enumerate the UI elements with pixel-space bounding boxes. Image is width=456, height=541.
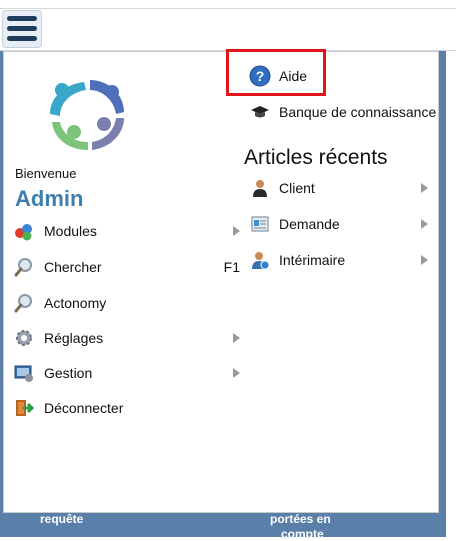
menu-item-aide[interactable]: ? Aide xyxy=(249,64,307,88)
search-icon xyxy=(14,294,32,313)
recent-item-client[interactable]: Client xyxy=(250,176,428,200)
recent-item-label: Demande xyxy=(279,216,340,232)
menu-item-label: Modules xyxy=(44,223,97,239)
chevron-right-icon xyxy=(421,183,428,193)
gear-icon xyxy=(16,330,32,346)
welcome-text: Bienvenue xyxy=(15,166,77,181)
recent-item-interimaire[interactable]: Intérimaire xyxy=(250,248,428,272)
hamburger-icon-bar xyxy=(7,36,37,41)
hamburger-menu-button[interactable] xyxy=(2,10,42,48)
help-label: Aide xyxy=(279,68,308,84)
management-icon xyxy=(14,365,33,382)
menu-item-reglages[interactable]: Réglages xyxy=(14,325,240,351)
top-bar xyxy=(0,0,456,51)
top-divider xyxy=(0,8,456,9)
menu-item-label: Gestion xyxy=(44,365,93,381)
temp-worker-icon xyxy=(252,252,270,270)
shortcut-key: F1 xyxy=(223,259,240,275)
menu-item-modules[interactable]: Modules xyxy=(14,218,240,244)
search-icon xyxy=(14,258,32,277)
menu-item-label: Réglages xyxy=(44,330,104,346)
menu-item-label: Déconnecter xyxy=(44,400,124,416)
menu-item-chercher[interactable]: Chercher F1 xyxy=(14,254,240,280)
user-name: Admin xyxy=(15,186,84,211)
menu-item-label: Actonomy xyxy=(44,295,107,311)
knowledge-label: Banque de connaissance xyxy=(279,104,437,120)
background-tile-label: requête xyxy=(40,512,84,526)
chevron-right-icon xyxy=(421,255,428,265)
chevron-right-icon xyxy=(233,333,240,343)
menu-item-label: Chercher xyxy=(44,259,102,275)
company-logo xyxy=(50,80,124,150)
help-icon: ? xyxy=(249,65,271,87)
recent-item-label: Client xyxy=(279,180,315,196)
hamburger-icon xyxy=(7,16,37,21)
menu-item-banque-de-connaissance[interactable]: Banque de connaissance xyxy=(250,101,436,123)
menu-item-gestion[interactable]: Gestion xyxy=(14,360,240,386)
chevron-right-icon xyxy=(233,368,240,378)
background-tile-label: compte xyxy=(281,527,324,541)
graduation-cap-icon xyxy=(251,106,269,118)
hamburger-icon-bar xyxy=(7,26,37,31)
recent-item-demande[interactable]: Demande xyxy=(250,212,428,236)
client-icon xyxy=(253,180,267,197)
menu-item-actonomy[interactable]: Actonomy xyxy=(14,290,240,316)
chevron-right-icon xyxy=(233,226,240,236)
logout-icon xyxy=(16,400,34,416)
request-icon xyxy=(251,216,269,232)
chevron-right-icon xyxy=(421,219,428,229)
menu-item-deconnecter[interactable]: Déconnecter xyxy=(14,395,240,421)
background-tile-label: portées en xyxy=(270,512,331,526)
modules-icon xyxy=(15,224,32,241)
recent-articles-title: Articles récents xyxy=(244,146,388,169)
recent-item-label: Intérimaire xyxy=(279,252,346,268)
svg-text:?: ? xyxy=(256,68,265,84)
